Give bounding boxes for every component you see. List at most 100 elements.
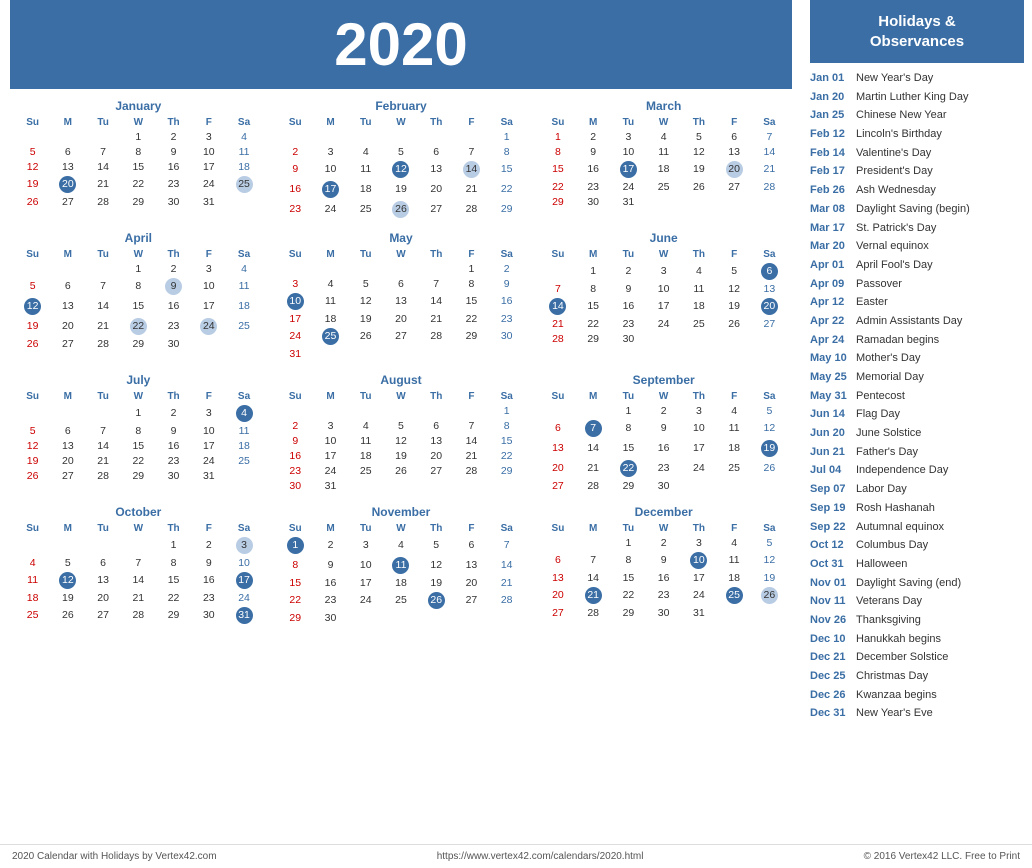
calendar-day (752, 194, 787, 209)
sidebar: Holidays & Observances Jan 01New Year's … (802, 0, 1032, 840)
calendar-day: 20 (85, 590, 120, 605)
calendar-day: 3 (226, 535, 261, 555)
calendar-day: 15 (576, 296, 611, 316)
day-header: W (121, 522, 156, 535)
calendar-day: 29 (156, 605, 191, 625)
day-header: M (50, 248, 85, 261)
calendar-day: 9 (611, 281, 646, 296)
calendar-day: 9 (156, 423, 191, 438)
calendar-day: 14 (540, 296, 575, 316)
calendar-day: 5 (15, 423, 50, 438)
calendar-day: 22 (454, 311, 489, 326)
calendar-day: 28 (121, 605, 156, 625)
calendar-day: 23 (156, 174, 191, 194)
main-container: 20 20 JanuarySuMTuWThFSa12345678910111213… (0, 0, 1032, 840)
calendar-day: 30 (191, 605, 226, 625)
calendar-day: 16 (191, 570, 226, 590)
calendar-day (50, 261, 85, 276)
calendar-day (313, 403, 348, 418)
calendar-day: 22 (540, 179, 575, 194)
day-header: Tu (611, 116, 646, 129)
calendar-day: 24 (681, 585, 716, 605)
calendar-day (489, 610, 524, 625)
calendar-day: 4 (383, 535, 418, 555)
calendar-day: 30 (646, 605, 681, 620)
calendar-day: 12 (50, 570, 85, 590)
calendar-day: 27 (383, 326, 418, 346)
holiday-name: Father's Day (856, 443, 918, 462)
calendar-day: 5 (348, 276, 383, 291)
calendar-day: 6 (419, 418, 454, 433)
month-block: AprilSuMTuWThFSa123456789101112131415161… (15, 231, 262, 361)
calendar-day: 21 (419, 311, 454, 326)
holiday-item: Dec 26Kwanzaa begins (810, 686, 1024, 705)
calendar-day: 29 (121, 194, 156, 209)
day-header: Th (156, 390, 191, 403)
months-grid: JanuarySuMTuWThFSa1234567891011121314151… (10, 99, 792, 625)
month-table: SuMTuWThFSa12345678910111213141516171819… (540, 390, 787, 493)
calendar-day: 18 (646, 159, 681, 179)
calendar-day (752, 478, 787, 493)
calendar-day: 5 (383, 144, 418, 159)
calendar-day: 11 (348, 433, 383, 448)
calendar-day (383, 403, 418, 418)
month-name: June (540, 231, 787, 245)
calendar-day: 29 (489, 199, 524, 219)
holiday-name: Halloween (856, 555, 907, 574)
day-header: M (576, 390, 611, 403)
calendar-day: 30 (489, 326, 524, 346)
holiday-item: May 10Mother's Day (810, 349, 1024, 368)
footer-right: © 2016 Vertex42 LLC. Free to Print (864, 851, 1020, 862)
calendar-day (419, 261, 454, 276)
calendar-day: 13 (383, 291, 418, 311)
day-header: M (576, 522, 611, 535)
calendar-day: 6 (85, 555, 120, 570)
holiday-date: Jun 14 (810, 405, 850, 424)
day-header: Su (278, 248, 313, 261)
calendar-day: 21 (121, 590, 156, 605)
day-header: Sa (489, 390, 524, 403)
calendar-day: 3 (313, 144, 348, 159)
calendar-day: 9 (646, 550, 681, 570)
calendar-day: 16 (576, 159, 611, 179)
day-header: M (576, 248, 611, 261)
calendar-day: 14 (576, 570, 611, 585)
day-header: F (191, 522, 226, 535)
calendar-day: 7 (454, 144, 489, 159)
holiday-item: Apr 01April Fool's Day (810, 256, 1024, 275)
holiday-date: Feb 17 (810, 162, 850, 181)
calendar-day: 2 (313, 535, 348, 555)
holiday-item: Feb 26Ash Wednesday (810, 181, 1024, 200)
calendar-day (383, 610, 418, 625)
calendar-day (752, 331, 787, 346)
calendar-day: 26 (348, 326, 383, 346)
calendar-day: 12 (752, 418, 787, 438)
calendar-day (85, 403, 120, 423)
calendar-day (15, 129, 50, 144)
month-table: SuMTuWThFSa12345678910111213141516171819… (540, 248, 787, 346)
holiday-name: Ramadan begins (856, 331, 939, 350)
calendar-day: 20 (540, 458, 575, 478)
calendar-day: 14 (121, 570, 156, 590)
calendar-day: 6 (50, 144, 85, 159)
calendar-day: 25 (226, 316, 261, 336)
holiday-name: St. Patrick's Day (856, 219, 936, 238)
calendar-day: 6 (717, 129, 752, 144)
day-header: Tu (85, 522, 120, 535)
calendar-day: 31 (278, 346, 313, 361)
holiday-name: Independence Day (856, 461, 948, 480)
calendar-day: 26 (752, 458, 787, 478)
calendar-day: 26 (15, 194, 50, 209)
calendar-day: 14 (489, 555, 524, 575)
holiday-item: Apr 12Easter (810, 293, 1024, 312)
calendar-day: 19 (348, 311, 383, 326)
calendar-day: 28 (454, 199, 489, 219)
month-name: November (278, 505, 525, 519)
calendar-day: 23 (278, 463, 313, 478)
calendar-day: 27 (717, 179, 752, 194)
holiday-item: Apr 22Admin Assistants Day (810, 312, 1024, 331)
calendar-day: 23 (191, 590, 226, 605)
month-block: JanuarySuMTuWThFSa1234567891011121314151… (15, 99, 262, 219)
calendar-day (681, 194, 716, 209)
day-header: Sa (226, 116, 261, 129)
